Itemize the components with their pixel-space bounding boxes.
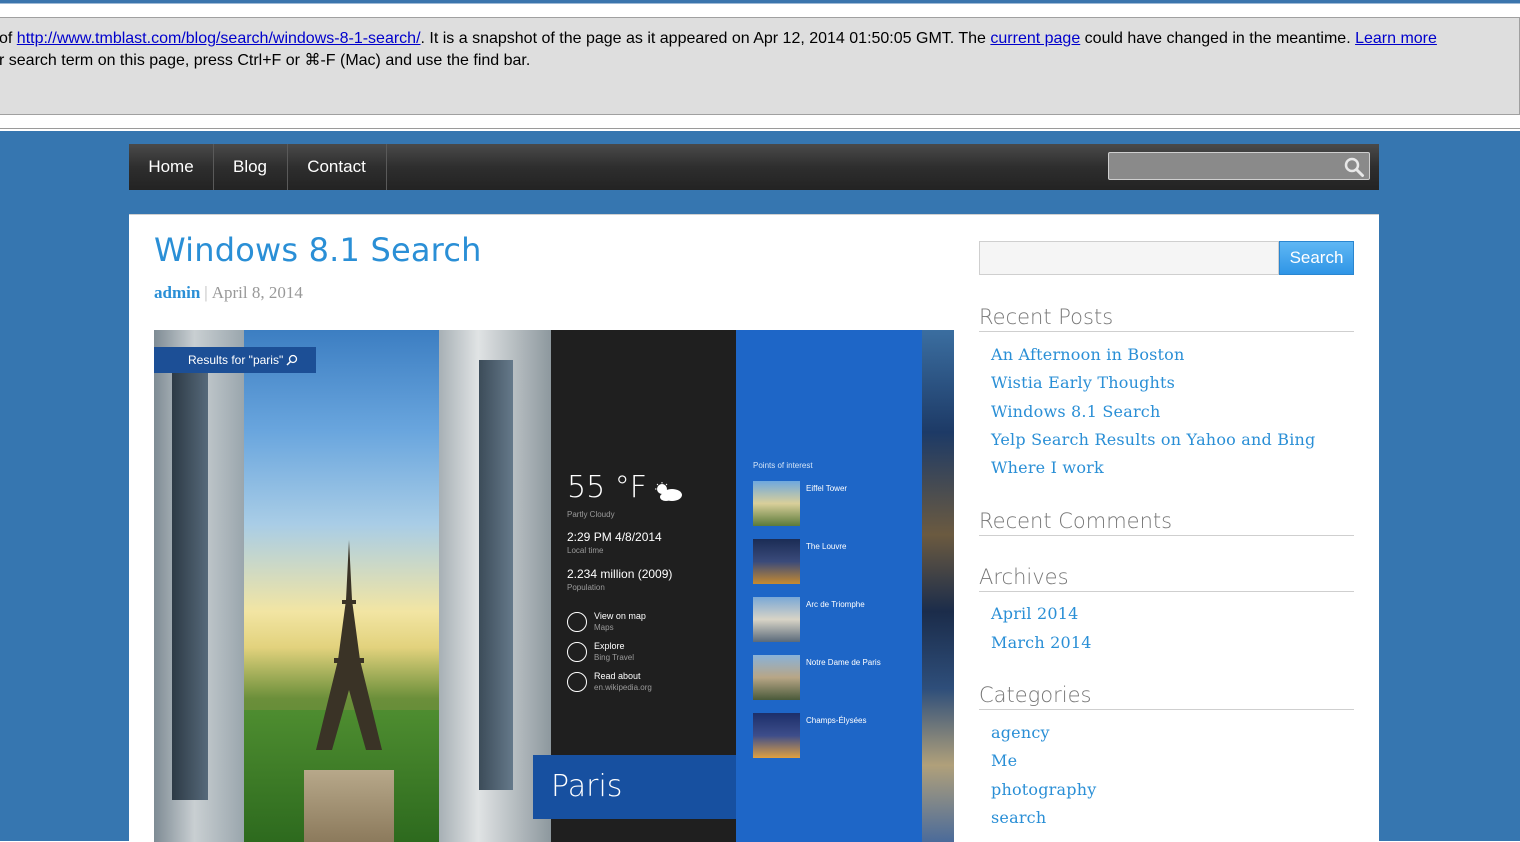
action-read-about-source: en.wikipedia.org: [594, 683, 652, 692]
meta-separator: |: [204, 283, 208, 302]
nav-item-blog[interactable]: Blog: [213, 144, 288, 190]
poi-thumbnail: [753, 655, 800, 700]
cache-text-suffix: could have changed in the meantime.: [1080, 30, 1356, 47]
magnifier-icon: [286, 354, 298, 366]
photo-strip-right: [922, 330, 954, 842]
photo-window-left: [172, 360, 208, 800]
local-time-value: 2:29 PM 4/8/2014: [567, 530, 662, 544]
population-label: Population: [567, 583, 605, 592]
poi-item-eiffel-tower[interactable]: Eiffel Tower: [753, 481, 913, 527]
recent-comments-title: Recent Comments: [979, 509, 1354, 536]
recent-post-link[interactable]: Yelp Search Results on Yahoo and Bing: [991, 430, 1315, 449]
poi-label: The Louvre: [806, 542, 847, 551]
poi-label: Champs-Élysées: [806, 716, 867, 725]
cache-text-prefix: of: [0, 30, 17, 47]
photo-window-right: [479, 360, 513, 790]
post-author-link[interactable]: admin: [154, 283, 200, 302]
search-icon[interactable]: [1343, 156, 1365, 178]
population-value: 2.234 million (2009): [567, 567, 673, 581]
categories-title: Categories: [979, 683, 1354, 710]
action-explore[interactable]: Explore: [594, 641, 625, 651]
nav-search-input[interactable]: [1109, 153, 1349, 179]
content-area: Windows 8.1 Search admin | April 8, 2014 R…: [129, 214, 1379, 842]
category-link[interactable]: search: [991, 808, 1046, 827]
eiffel-tower-icon: [316, 540, 382, 750]
category-link[interactable]: agency: [991, 723, 1050, 742]
banner-top-border-light: [0, 3, 1520, 4]
sidebar-search-button[interactable]: Search: [1279, 241, 1354, 275]
category-link[interactable]: photography: [991, 780, 1096, 799]
action-view-on-map-source: Maps: [594, 623, 614, 632]
poi-heading: Points of interest: [753, 461, 813, 470]
poi-thumbnail: [753, 539, 800, 584]
learn-more-link[interactable]: Learn more: [1355, 30, 1437, 47]
action-read-about[interactable]: Read about: [594, 671, 641, 681]
nav-item-home[interactable]: Home: [129, 144, 214, 190]
nav-search-box: [1108, 152, 1370, 180]
arrow-right-icon[interactable]: [567, 642, 587, 662]
archives-title: Archives: [979, 565, 1354, 592]
partly-cloudy-icon: [655, 482, 682, 501]
results-for-bar[interactable]: Results for "paris": [154, 347, 316, 373]
poi-thumbnail: [753, 713, 800, 758]
poi-item-champs-elysees[interactable]: Champs-Élysées: [753, 713, 913, 759]
cache-notice-line-2: r search term on this page, press Ctrl+F…: [0, 52, 531, 69]
main-navbar: Home Blog Contact: [129, 144, 1379, 190]
city-name-tile: Paris: [533, 755, 736, 819]
current-page-link[interactable]: current page: [990, 30, 1080, 47]
post-meta: admin | April 8, 2014: [154, 283, 303, 303]
action-explore-source: Bing Travel: [594, 653, 635, 662]
poi-thumbnail: [753, 481, 800, 526]
poi-thumbnail: [753, 597, 800, 642]
photo-path: [304, 770, 394, 842]
nav-item-contact[interactable]: Contact: [287, 144, 387, 190]
results-for-label: Results for "paris": [188, 353, 284, 367]
archive-link[interactable]: March 2014: [991, 633, 1092, 652]
poi-label: Arc de Triomphe: [806, 600, 865, 609]
recent-post-link[interactable]: Windows 8.1 Search: [991, 402, 1160, 421]
cached-url-link[interactable]: http://www.tmblast.com/blog/search/windo…: [17, 30, 421, 47]
cache-notice-line-1: of http://www.tmblast.com/blog/search/wi…: [0, 30, 1437, 48]
post-image-windows-search: Results for "paris" 55 °F Partly Cloudy …: [154, 330, 954, 842]
points-of-interest-panel: Points of interest Eiffel Tower The Louv…: [736, 330, 922, 842]
poi-item-arc-de-triomphe[interactable]: Arc de Triomphe: [753, 597, 913, 643]
banner-divider: [0, 128, 1520, 129]
recent-post-link[interactable]: Wistia Early Thoughts: [991, 373, 1175, 392]
poi-label: Eiffel Tower: [806, 484, 848, 493]
cache-text-mid: . It is a snapshot of the page as it app…: [420, 30, 991, 47]
recent-post-link[interactable]: Where I work: [991, 458, 1104, 477]
city-name: Paris: [551, 769, 623, 804]
eiffel-tower-photo: Results for "paris": [154, 330, 551, 842]
sidebar-search-input[interactable]: [979, 241, 1279, 275]
map-pin-icon[interactable]: [567, 612, 587, 632]
post-date: April 8, 2014: [211, 283, 303, 302]
recent-post-link[interactable]: An Afternoon in Boston: [991, 345, 1185, 364]
document-lines-icon[interactable]: [567, 672, 587, 692]
category-link[interactable]: Me: [991, 751, 1017, 770]
temperature: 55 °F: [567, 470, 647, 505]
poi-label: Notre Dame de Paris: [806, 658, 881, 667]
action-view-on-map[interactable]: View on map: [594, 611, 646, 621]
local-time-label: Local time: [567, 546, 604, 555]
cache-banner: of http://www.tmblast.com/blog/search/wi…: [0, 0, 1520, 131]
weather-condition: Partly Cloudy: [567, 510, 615, 519]
recent-posts-title: Recent Posts: [979, 305, 1354, 332]
cache-notice-box: of http://www.tmblast.com/blog/search/wi…: [0, 17, 1520, 115]
post-title[interactable]: Windows 8.1 Search: [154, 231, 482, 269]
poi-item-notre-dame[interactable]: Notre Dame de Paris: [753, 655, 913, 701]
archive-link[interactable]: April 2014: [991, 604, 1078, 623]
poi-item-louvre[interactable]: The Louvre: [753, 539, 913, 585]
